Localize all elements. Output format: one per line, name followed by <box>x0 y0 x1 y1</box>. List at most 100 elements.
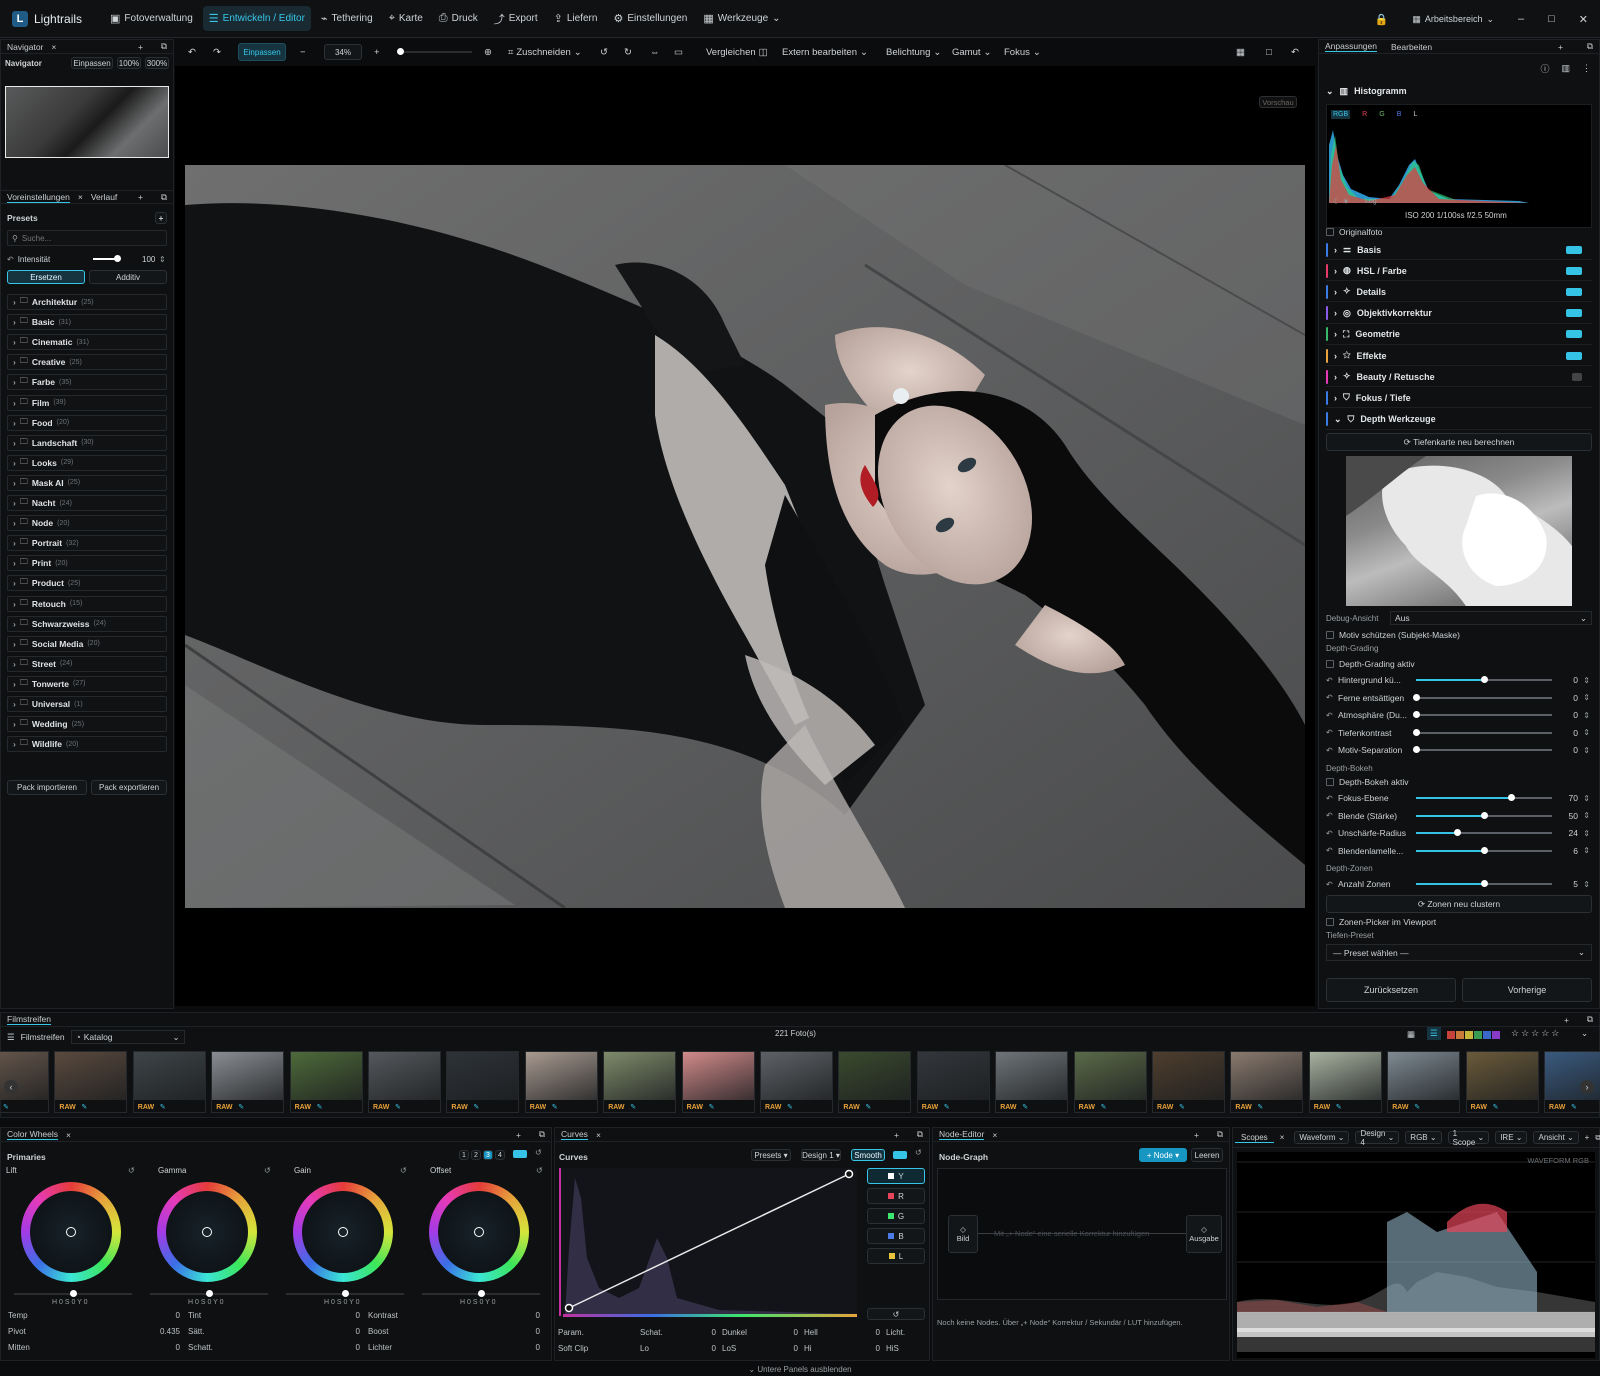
main-photo[interactable] <box>185 165 1305 908</box>
section-toggle[interactable] <box>1566 330 1582 339</box>
slider-knob[interactable] <box>1413 711 1420 719</box>
curve-editor[interactable] <box>559 1168 857 1318</box>
slider-track[interactable] <box>1416 846 1552 854</box>
add-icon[interactable]: + <box>516 1130 521 1140</box>
section-toggle[interactable] <box>1566 287 1582 296</box>
color-param-row[interactable]: Pivot 0.435 <box>8 1327 180 1341</box>
wheel-master-knob[interactable] <box>70 1290 77 1297</box>
scope-count-select[interactable]: 1 Scope ⌄ <box>1447 1129 1490 1147</box>
zone-picker-checkbox[interactable] <box>1326 918 1334 926</box>
preset-folder[interactable]: › 🗀 Retouch (15) <box>7 595 167 612</box>
adjustment-section[interactable]: › ⛉ Fokus / Tiefe <box>1326 388 1592 409</box>
preset-folder[interactable]: › 🗀 Wedding (25) <box>7 716 167 733</box>
focus-menu[interactable]: Fokus ⌄ <box>1004 47 1041 58</box>
curve-param-row[interactable]: Hell 0 <box>804 1328 880 1342</box>
section-toggle[interactable] <box>1572 372 1582 381</box>
rotate-right-icon[interactable]: ↻ <box>624 47 632 58</box>
add-node-button[interactable]: + Node ▾ <box>1139 1148 1187 1162</box>
menu-item-0[interactable]: ▣ Fotoverwaltung <box>104 6 199 31</box>
popout-icon[interactable]: ⧉ <box>1595 1133 1600 1143</box>
purple-label-swatch[interactable] <box>1492 1031 1500 1039</box>
stepper-icon[interactable]: ⇕ <box>1583 846 1590 855</box>
slider-track[interactable] <box>1413 728 1552 736</box>
slider-knob[interactable] <box>1508 794 1516 801</box>
scope-view-select[interactable]: Ansicht ⌄ <box>1533 1131 1579 1144</box>
wheel-page-tab[interactable]: 3 <box>483 1150 493 1160</box>
curve-design-button[interactable]: Design 1 ▾ <box>801 1149 841 1161</box>
import-pack-button[interactable]: Pack importieren <box>7 780 87 795</box>
curve-channel-button[interactable]: L <box>867 1248 925 1264</box>
filmstrip-thumbnail[interactable]: RAW ✎ <box>1230 1051 1304 1113</box>
filmstrip-thumbnail[interactable]: RAW ✎ <box>1308 1051 1382 1113</box>
histogram-channel-tab[interactable]: L <box>1413 111 1417 118</box>
reset-icon[interactable]: ↺ <box>535 1148 542 1157</box>
compare-menu[interactable]: Vergleichen ◫ <box>706 47 768 58</box>
preset-folder[interactable]: › 🗀 Architektur (25) <box>7 294 167 310</box>
preset-folder[interactable]: › 🗀 Universal (1) <box>7 696 167 712</box>
preset-folder[interactable]: › 🗀 Farbe (35) <box>7 374 167 391</box>
wheel-page-tab[interactable]: 2 <box>471 1150 481 1160</box>
slider-knob[interactable] <box>1481 846 1488 854</box>
filmstrip-thumbnail[interactable]: RAW ✎ <box>446 1051 520 1113</box>
menu-item-1[interactable]: ☰ Entwickeln / Editor <box>202 6 311 31</box>
exposure-menu[interactable]: Belichtung ⌄ <box>886 47 941 58</box>
tab-navigator[interactable]: Navigator <box>7 42 43 52</box>
curve-channel-button[interactable]: G <box>867 1208 925 1224</box>
depth-bokeh-active-row[interactable]: Depth-Bokeh aktiv <box>1326 774 1592 790</box>
preset-folder[interactable]: › 🗀 Film (39) <box>7 394 167 411</box>
curve-param-row[interactable]: Soft Clip <box>558 1344 598 1358</box>
filmstrip-thumbnail[interactable]: RAW ✎ <box>1465 1051 1539 1113</box>
slider-knob[interactable] <box>1481 811 1488 819</box>
add-icon[interactable]: + <box>138 42 143 52</box>
wheel-page-tab[interactable]: 4 <box>495 1150 505 1160</box>
histogram-channel-tab[interactable]: G <box>1379 111 1384 118</box>
preset-folder[interactable]: › 🗀 Social Media (20) <box>7 635 167 652</box>
wheel-handle[interactable] <box>66 1227 76 1237</box>
crop-menu[interactable]: ⌗ Zuschneiden ⌄ <box>508 47 582 58</box>
scroll-left-icon[interactable]: ‹ <box>4 1080 18 1094</box>
adjustment-section[interactable]: › ✩ Effekte <box>1326 346 1592 366</box>
reset-view-icon[interactable]: ↶ <box>1291 47 1299 58</box>
curve-param-value[interactable]: 0 <box>712 1328 716 1342</box>
preset-folder[interactable]: › 🗀 Street (24) <box>7 655 167 672</box>
reset-icon[interactable]: ↺ <box>264 1166 271 1175</box>
wheel-page-tab[interactable]: 1 <box>459 1150 469 1160</box>
list-view-icon[interactable]: ☰ <box>1427 1027 1441 1040</box>
scope-type-select[interactable]: Waveform ⌄ <box>1294 1131 1350 1144</box>
wheel-master-knob[interactable] <box>478 1290 485 1297</box>
close-icon[interactable]: × <box>992 1130 997 1140</box>
preset-folder[interactable]: › 🗀 Schwarzweiss (24) <box>7 615 167 632</box>
add-icon[interactable]: + <box>138 192 143 202</box>
depth-grading-active-row[interactable]: Depth-Grading aktiv <box>1326 656 1592 672</box>
section-toggle[interactable] <box>1566 351 1582 360</box>
navigator-100-button[interactable]: 100% <box>117 57 141 69</box>
menu-item-8[interactable]: ▦ Werkzeuge ⌄ <box>697 6 786 31</box>
stepper-icon[interactable]: ⇕ <box>1583 811 1590 820</box>
curve-param-value[interactable]: 0 <box>794 1328 798 1342</box>
tab-node-editor[interactable]: Node-Editor <box>939 1129 985 1140</box>
stepper-icon[interactable]: ⇕ <box>1583 728 1590 737</box>
intensity-knob[interactable] <box>114 255 121 262</box>
navigator-fit-button[interactable]: Einpassen <box>71 57 113 69</box>
adjustment-section[interactable]: › ✧ Beauty / Retusche <box>1326 367 1592 388</box>
smooth-toggle[interactable]: Smooth <box>851 1149 885 1161</box>
color-label-filter[interactable] <box>1447 1031 1500 1039</box>
slider-track[interactable] <box>1416 880 1552 887</box>
reset-icon[interactable]: ↺ <box>536 1166 543 1175</box>
preset-folder[interactable]: › 🗀 Basic (31) <box>7 314 167 331</box>
filmstrip-thumbnail[interactable]: RAW ✎ <box>838 1051 912 1113</box>
wheel-master-slider[interactable] <box>150 1290 268 1297</box>
preset-folder[interactable]: › 🗀 Wildlife (20) <box>7 736 167 753</box>
preset-folder[interactable]: › 🗀 Nacht (24) <box>7 495 167 511</box>
output-node[interactable]: ◇ Ausgabe <box>1186 1215 1222 1253</box>
hide-lower-panels-toggle[interactable]: ⌄ Untere Panels ausblenden <box>0 1362 1600 1376</box>
slider-track[interactable] <box>1416 676 1552 683</box>
zone-picker-row[interactable]: Zonen-Picker im Viewport <box>1326 914 1592 930</box>
reset-icon[interactable]: ↶ <box>7 255 14 264</box>
slider-track[interactable] <box>1413 693 1552 701</box>
section-toggle[interactable] <box>1566 309 1582 318</box>
preset-search-box[interactable]: ⚲ <box>7 230 167 246</box>
filmstrip-thumbnail[interactable]: RAW ✎ <box>1387 1051 1461 1113</box>
scope-design-select[interactable]: Design 4 ⌄ <box>1355 1129 1400 1147</box>
reset-icon[interactable]: ↶ <box>1326 711 1338 720</box>
